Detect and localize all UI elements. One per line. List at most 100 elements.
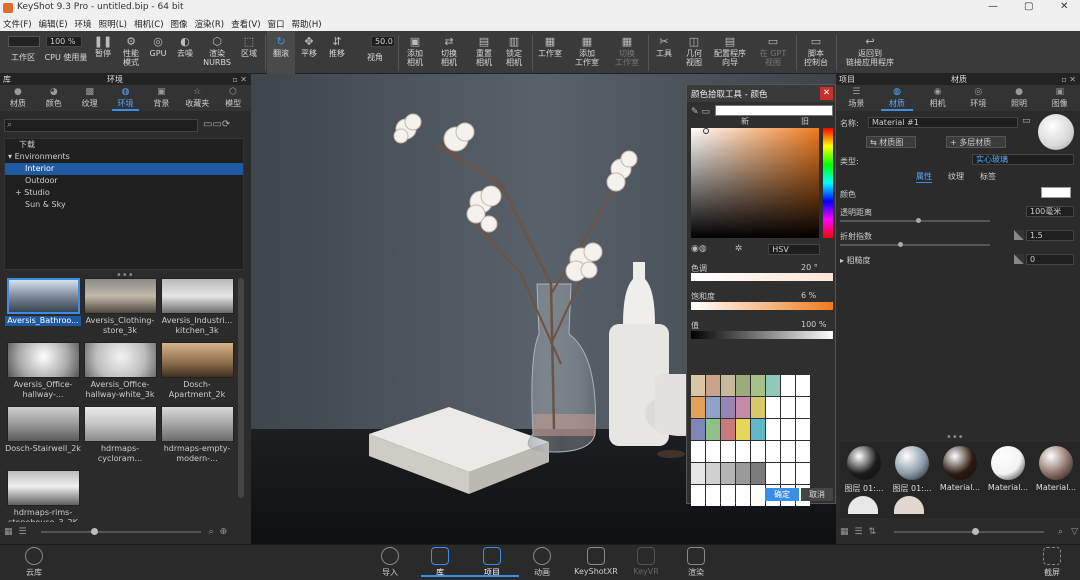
color-swatch[interactable] <box>736 485 750 506</box>
tab-lighting[interactable]: ● 照明 <box>999 87 1040 111</box>
menu-help[interactable]: 帮助(H) <box>292 18 322 30</box>
color-swatch[interactable] <box>721 441 735 462</box>
library-button[interactable]: 库 <box>420 547 460 578</box>
color-swatch[interactable] <box>751 375 765 396</box>
fov-button[interactable]: 视角 <box>358 31 392 74</box>
grid-view-icon[interactable]: ▦ <box>840 527 849 537</box>
gpu-button[interactable]: ◎ GPU <box>146 31 170 74</box>
tree-item-interior[interactable]: Interior <box>5 163 243 175</box>
color-swatch[interactable] <box>736 441 750 462</box>
color-swatch[interactable] <box>721 485 735 506</box>
cancel-button[interactable]: 取消 <box>801 488 833 501</box>
slider-handle[interactable] <box>90 528 98 535</box>
add-studio-button[interactable]: ▦ 添加 工作室 <box>570 31 604 74</box>
tumble-button[interactable]: ↻ 翻滚 <box>267 31 295 74</box>
settings-icon[interactable]: ✲ <box>735 244 743 254</box>
tab-favorites[interactable]: ☆ 收藏夹 <box>179 87 215 111</box>
save-icon[interactable]: ▭ <box>1022 116 1031 126</box>
transmission-input[interactable]: 100毫米 <box>1026 206 1074 217</box>
color-swatch[interactable] <box>751 397 765 418</box>
slider-handle[interactable] <box>898 242 903 247</box>
color-swatch[interactable] <box>766 463 780 484</box>
color-swatch[interactable] <box>751 441 765 462</box>
hue-strip[interactable] <box>823 128 833 238</box>
color-swatch[interactable] <box>796 419 810 440</box>
region-button[interactable]: ⬚ 区域 <box>234 31 264 74</box>
switch-studio-button[interactable]: ▦ 切换 工作室 <box>610 31 644 74</box>
color-swatch[interactable] <box>721 419 735 440</box>
thumb-item[interactable]: Aversis_Industri... kitchen_3k <box>159 278 235 340</box>
configurator-button[interactable]: ▤ 配置程序 向导 <box>710 31 750 74</box>
multi-material-button[interactable]: + 多层材质 <box>946 136 1006 148</box>
add-camera-button[interactable]: ▣ 添加 相机 <box>400 31 430 74</box>
color-swatch[interactable] <box>736 397 750 418</box>
color-swatch[interactable] <box>736 419 750 440</box>
color-swatch[interactable] <box>721 397 735 418</box>
saturation-value[interactable]: 6 % <box>801 291 816 300</box>
color-swatch[interactable] <box>766 419 780 440</box>
project-close-icon[interactable]: ▫ ✕ <box>1061 75 1076 84</box>
material-graph-button[interactable]: ⇆ 材质图 <box>866 136 916 148</box>
color-swatch[interactable] <box>796 375 810 396</box>
thumb-item[interactable]: Dosch-Stairwell_2k <box>5 406 81 468</box>
color-swatch[interactable] <box>781 397 795 418</box>
material-ball[interactable] <box>894 496 924 514</box>
color-swatch[interactable] <box>706 375 720 396</box>
dolly-button[interactable]: ⇵ 推移 <box>323 31 351 74</box>
texture-map-icon[interactable] <box>1014 230 1024 240</box>
tab-materials[interactable]: ● 材质 <box>0 87 36 111</box>
hue-value[interactable]: 20 ° <box>801 263 818 272</box>
folder-icon[interactable]: ▭▭⟳ <box>203 119 230 130</box>
color-swatch[interactable] <box>751 419 765 440</box>
tree-item-environments[interactable]: ▾ Environments <box>5 151 243 163</box>
material-item[interactable]: 图层 01:... <box>840 446 888 494</box>
pause-button[interactable]: ❚❚ 暂停 <box>90 31 116 74</box>
color-swatch[interactable] <box>721 463 735 484</box>
menu-camera[interactable]: 相机(C) <box>134 18 164 30</box>
roughness-input[interactable]: 0 <box>1026 254 1074 265</box>
color-mode-dropdown[interactable]: HSV <box>768 243 821 255</box>
minimize-button[interactable]: — <box>988 1 998 12</box>
slider-handle[interactable] <box>916 218 921 223</box>
menu-render[interactable]: 渲染(R) <box>195 18 225 30</box>
close-button[interactable]: ✕ <box>1060 1 1068 12</box>
texture-map-icon[interactable] <box>1014 254 1024 264</box>
slider-handle[interactable] <box>972 528 980 535</box>
nurbs-button[interactable]: ⬡ 渲染 NURBS <box>200 31 234 74</box>
hue-slider[interactable] <box>691 273 833 281</box>
thumb-item[interactable]: hdrmaps-cycloram... <box>82 406 158 468</box>
grid-view-icon[interactable]: ▦ <box>4 527 13 537</box>
menu-lighting[interactable]: 照明(L) <box>99 18 127 30</box>
color-swatch[interactable] <box>766 375 780 396</box>
library-search-input[interactable]: ⌕ <box>4 119 198 132</box>
color-swatch[interactable] <box>706 419 720 440</box>
color-swatch[interactable] <box>796 397 810 418</box>
project-button[interactable]: 项目 <box>472 547 512 578</box>
color-swatch[interactable] <box>751 485 765 506</box>
tab-environments[interactable]: ◍ 环境 <box>108 87 144 111</box>
material-type-dropdown[interactable]: 实心玻璃 <box>972 154 1074 165</box>
cpu-usage-button[interactable]: CPU 使用量 <box>42 31 90 74</box>
color-swatch[interactable] <box>691 485 705 506</box>
ior-input[interactable]: 1.5 <box>1026 230 1074 241</box>
color-swatch[interactable] <box>781 463 795 484</box>
keyshotxr-button[interactable]: KeyShotXR <box>574 547 618 576</box>
color-swatch[interactable] <box>736 463 750 484</box>
tab-image[interactable]: ▣ 图像 <box>1039 87 1080 111</box>
material-name-input[interactable]: Material #1 <box>868 117 1018 128</box>
material-item[interactable]: Material... <box>984 446 1032 494</box>
color-swatch[interactable] <box>736 375 750 396</box>
color-wheel-icon[interactable]: ◉◍ <box>691 244 707 254</box>
thumb-size-slider[interactable] <box>894 528 1045 535</box>
ior-slider[interactable] <box>840 242 990 247</box>
switch-camera-button[interactable]: ⇄ 切换 相机 <box>434 31 464 74</box>
color-swatch[interactable] <box>706 463 720 484</box>
reset-camera-button[interactable]: ▤ 重置 相机 <box>469 31 499 74</box>
denoise-button[interactable]: ◐ 去噪 <box>170 31 200 74</box>
thumb-scrollbar[interactable] <box>238 278 244 498</box>
menu-file[interactable]: 文件(F) <box>3 18 32 30</box>
return-link-button[interactable]: ↩ 返回到 链接应用程序 <box>838 31 902 74</box>
menu-view[interactable]: 查看(V) <box>231 18 260 30</box>
tab-material[interactable]: ◍ 材质 <box>877 87 918 111</box>
color-swatch[interactable] <box>781 419 795 440</box>
